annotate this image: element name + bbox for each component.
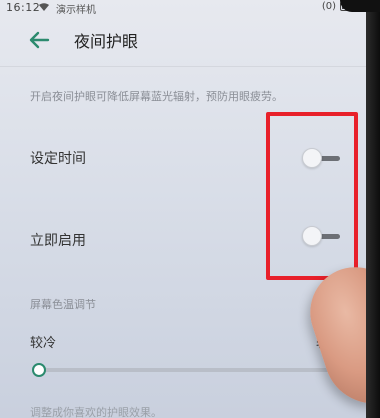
status-time: 16:12 (6, 1, 41, 14)
color-temp-slider[interactable] (30, 360, 346, 380)
app-header: 夜间护眼 (0, 20, 366, 60)
phone-screen: 16:12 演示样机 (0) 夜间护眼 开启夜间护眼可降低屏幕蓝光辐射，预防用眼… (0, 0, 380, 418)
device-bezel (366, 0, 380, 418)
device-camera-notch (340, 0, 380, 12)
footer-hint: 调整成你喜欢的护眼效果。 (30, 406, 162, 418)
status-carrier: 演示样机 (56, 5, 96, 16)
page-title: 夜间护眼 (74, 32, 139, 51)
setting-label: 立即启用 (30, 233, 86, 249)
wifi-icon (39, 3, 49, 12)
slider-rail (38, 368, 338, 372)
description-text: 开启夜间护眼可降低屏幕蓝光辐射，预防用眼疲劳。 (30, 90, 283, 103)
slider-thumb[interactable] (32, 363, 46, 377)
setting-label: 设定时间 (30, 151, 86, 167)
sim-icon: (0) (321, 1, 336, 12)
color-temp-section-label: 屏幕色温调节 (30, 298, 96, 311)
status-bar: 16:12 演示样机 (0) (0, 0, 366, 16)
arrow-left-icon[interactable] (26, 28, 52, 52)
slider-min-label: 较冷 (30, 336, 57, 351)
header-divider (0, 66, 366, 67)
annotation-highlight-box (266, 112, 358, 280)
